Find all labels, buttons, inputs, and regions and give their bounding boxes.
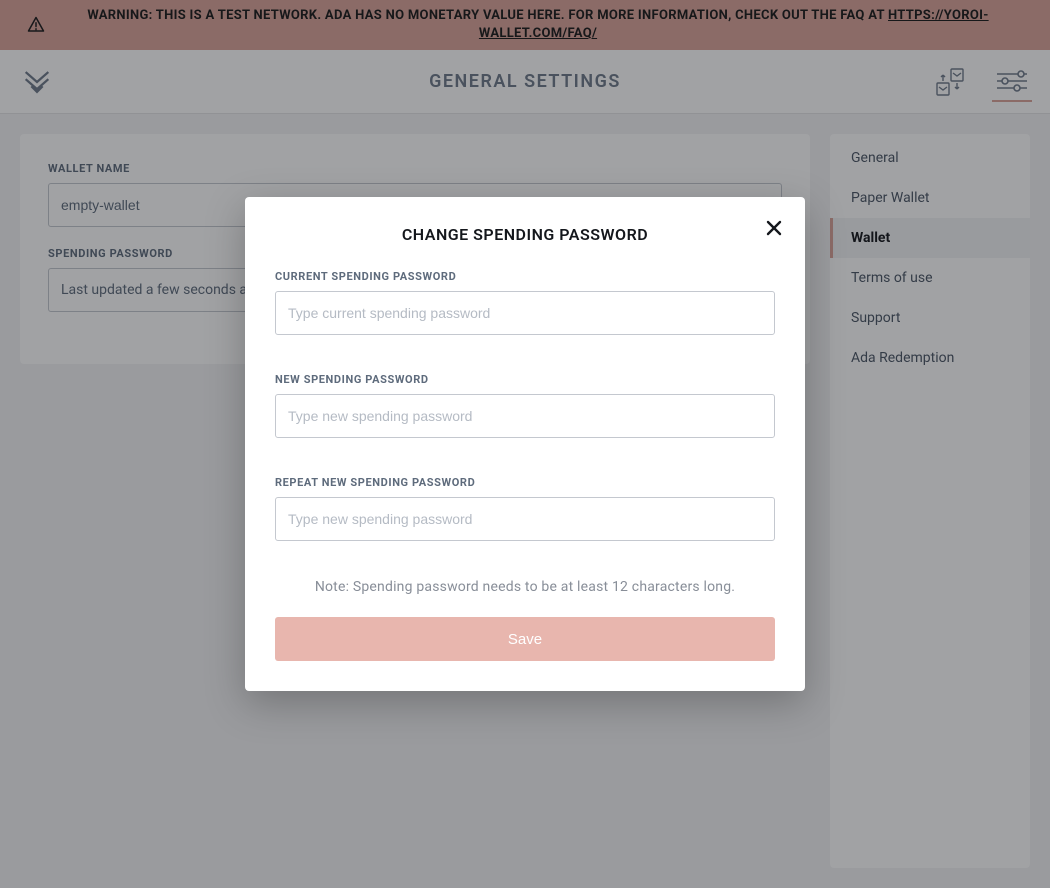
current-password-label: CURRENT SPENDING PASSWORD xyxy=(275,270,775,283)
new-password-label: NEW SPENDING PASSWORD xyxy=(275,373,775,386)
modal-overlay[interactable]: CHANGE SPENDING PASSWORD CURRENT SPENDIN… xyxy=(0,0,1050,888)
close-icon xyxy=(765,219,783,237)
repeat-password-label: REPEAT NEW SPENDING PASSWORD xyxy=(275,476,775,489)
modal-title: CHANGE SPENDING PASSWORD xyxy=(275,225,775,244)
close-button[interactable] xyxy=(761,215,787,241)
new-password-input[interactable] xyxy=(275,394,775,438)
password-length-note: Note: Spending password needs to be at l… xyxy=(275,579,775,595)
save-button[interactable]: Save xyxy=(275,617,775,661)
repeat-password-input[interactable] xyxy=(275,497,775,541)
current-password-input[interactable] xyxy=(275,291,775,335)
change-spending-password-modal: CHANGE SPENDING PASSWORD CURRENT SPENDIN… xyxy=(245,197,805,691)
